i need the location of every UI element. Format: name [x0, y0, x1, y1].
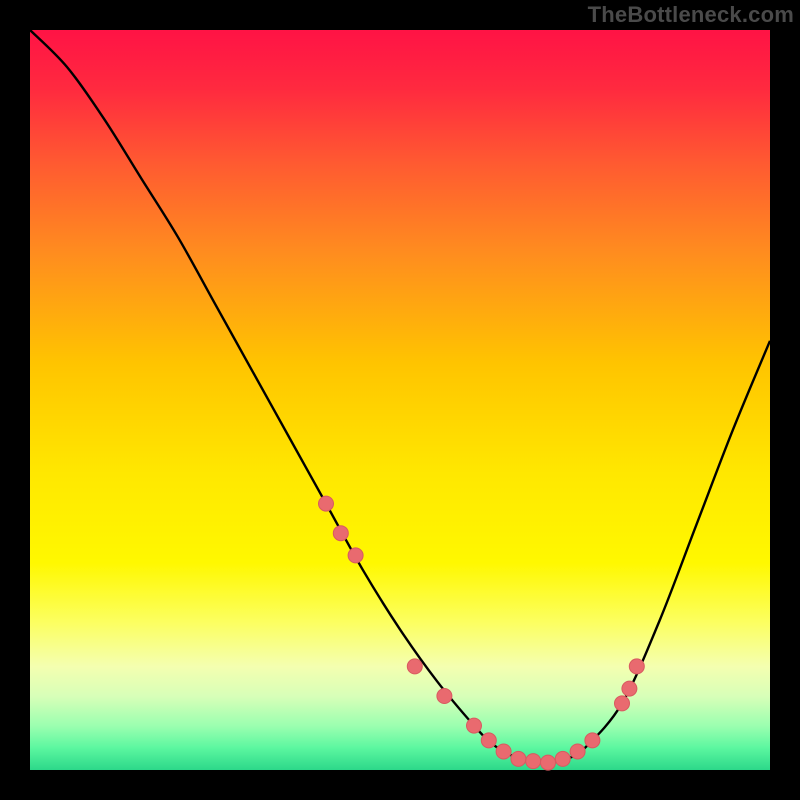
highlight-marker [570, 744, 585, 759]
highlight-marker [348, 548, 363, 563]
highlight-marker [526, 754, 541, 769]
bottleneck-curve-path [30, 30, 770, 763]
highlight-marker [407, 659, 422, 674]
highlight-marker [511, 751, 526, 766]
highlight-marker [541, 755, 556, 770]
highlight-marker [467, 718, 482, 733]
highlight-marker [585, 733, 600, 748]
highlight-marker [496, 744, 511, 759]
highlight-marker [629, 659, 644, 674]
chart-svg [30, 30, 770, 770]
marker-group [319, 496, 645, 770]
highlight-marker [437, 689, 452, 704]
highlight-marker [333, 526, 348, 541]
highlight-marker [615, 696, 630, 711]
watermark-label: TheBottleneck.com [588, 2, 794, 28]
highlight-marker [481, 733, 496, 748]
chart-container: TheBottleneck.com [0, 0, 800, 800]
highlight-marker [319, 496, 334, 511]
highlight-marker [555, 751, 570, 766]
highlight-marker [622, 681, 637, 696]
